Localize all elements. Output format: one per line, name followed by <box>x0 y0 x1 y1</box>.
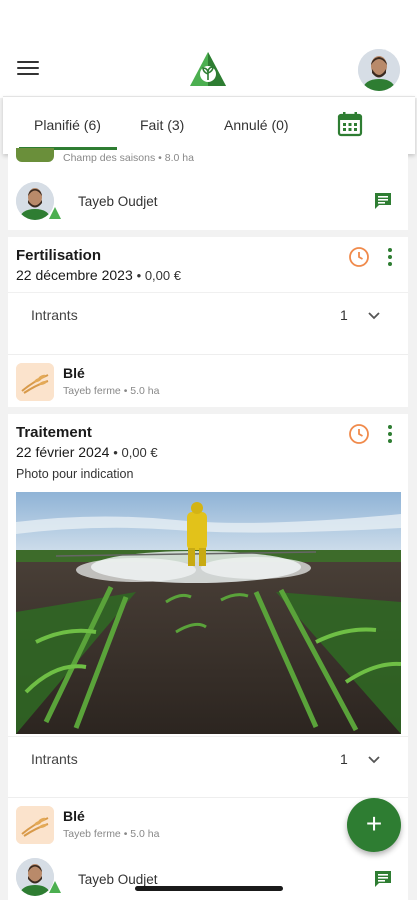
chat-icon[interactable] <box>372 868 394 890</box>
task-amount: • 0,00 € <box>136 268 181 283</box>
task-card[interactable]: Fertilisation 22 décembre 2023 • 0,00 € … <box>8 237 408 407</box>
crop-meta: Tayeb ferme • 5.0 ha <box>63 828 160 840</box>
crop-thumbnail <box>16 148 54 162</box>
profile-avatar[interactable] <box>358 49 400 91</box>
intrants-count: 1 <box>340 751 348 767</box>
intrants-label: Intrants <box>31 307 78 323</box>
task-photo[interactable] <box>16 492 401 734</box>
task-amount: • 0,00 € <box>113 445 158 460</box>
chevron-down-icon[interactable] <box>366 752 382 768</box>
more-vert-icon[interactable] <box>385 248 395 268</box>
task-card-partial[interactable]: Champ des saisons • 8.0 ha Tayeb Oudjet <box>8 148 408 230</box>
task-date: 22 décembre 2023 <box>16 267 133 283</box>
crop-row[interactable]: Blé Tayeb ferme • 5.0 ha <box>8 354 408 404</box>
home-indicator[interactable] <box>135 886 283 891</box>
crop-name: Blé <box>63 808 85 824</box>
task-date-line: 22 février 2024 • 0,00 € <box>16 444 158 460</box>
tab-bar: Planifié (6) Fait (3) Annulé (0) <box>3 96 415 154</box>
user-row: Tayeb Oudjet <box>8 176 408 226</box>
add-task-button[interactable]: + <box>347 798 401 852</box>
task-date-line: 22 décembre 2023 • 0,00 € <box>16 267 181 283</box>
intrants-row[interactable]: Intrants 1 <box>8 292 408 340</box>
tab-planifie[interactable]: Planifié (6) <box>34 117 101 133</box>
more-vert-icon[interactable] <box>385 425 395 445</box>
task-note: Photo pour indication <box>16 467 134 481</box>
task-date: 22 février 2024 <box>16 444 110 460</box>
user-row: Tayeb Oudjet <box>8 850 408 900</box>
chevron-down-icon[interactable] <box>366 308 382 324</box>
clock-icon[interactable] <box>348 423 370 445</box>
logo-badge-icon <box>49 207 61 219</box>
intrants-count: 1 <box>340 307 348 323</box>
user-name: Tayeb Oudjet <box>78 194 158 209</box>
crop-name: Blé <box>63 365 85 381</box>
app-bar <box>0 0 417 98</box>
add-icon: + <box>365 808 383 839</box>
intrants-label: Intrants <box>31 751 78 767</box>
task-title: Fertilisation <box>16 247 102 264</box>
task-title: Traitement <box>16 424 92 441</box>
user-name: Tayeb Oudjet <box>78 872 158 887</box>
clock-icon[interactable] <box>348 246 370 268</box>
logo-icon <box>190 52 226 86</box>
wheat-icon <box>16 806 54 844</box>
wheat-icon <box>16 363 54 401</box>
crop-meta: Champ des saisons • 8.0 ha <box>63 152 194 164</box>
logo-badge-icon <box>49 881 61 893</box>
intrants-row[interactable]: Intrants 1 <box>8 736 408 784</box>
tab-annule[interactable]: Annulé (0) <box>224 117 289 133</box>
chat-icon[interactable] <box>372 190 394 212</box>
menu-icon[interactable] <box>17 61 39 79</box>
calendar-icon[interactable] <box>337 111 363 137</box>
tab-fait[interactable]: Fait (3) <box>140 117 184 133</box>
crop-meta: Tayeb ferme • 5.0 ha <box>63 385 160 397</box>
